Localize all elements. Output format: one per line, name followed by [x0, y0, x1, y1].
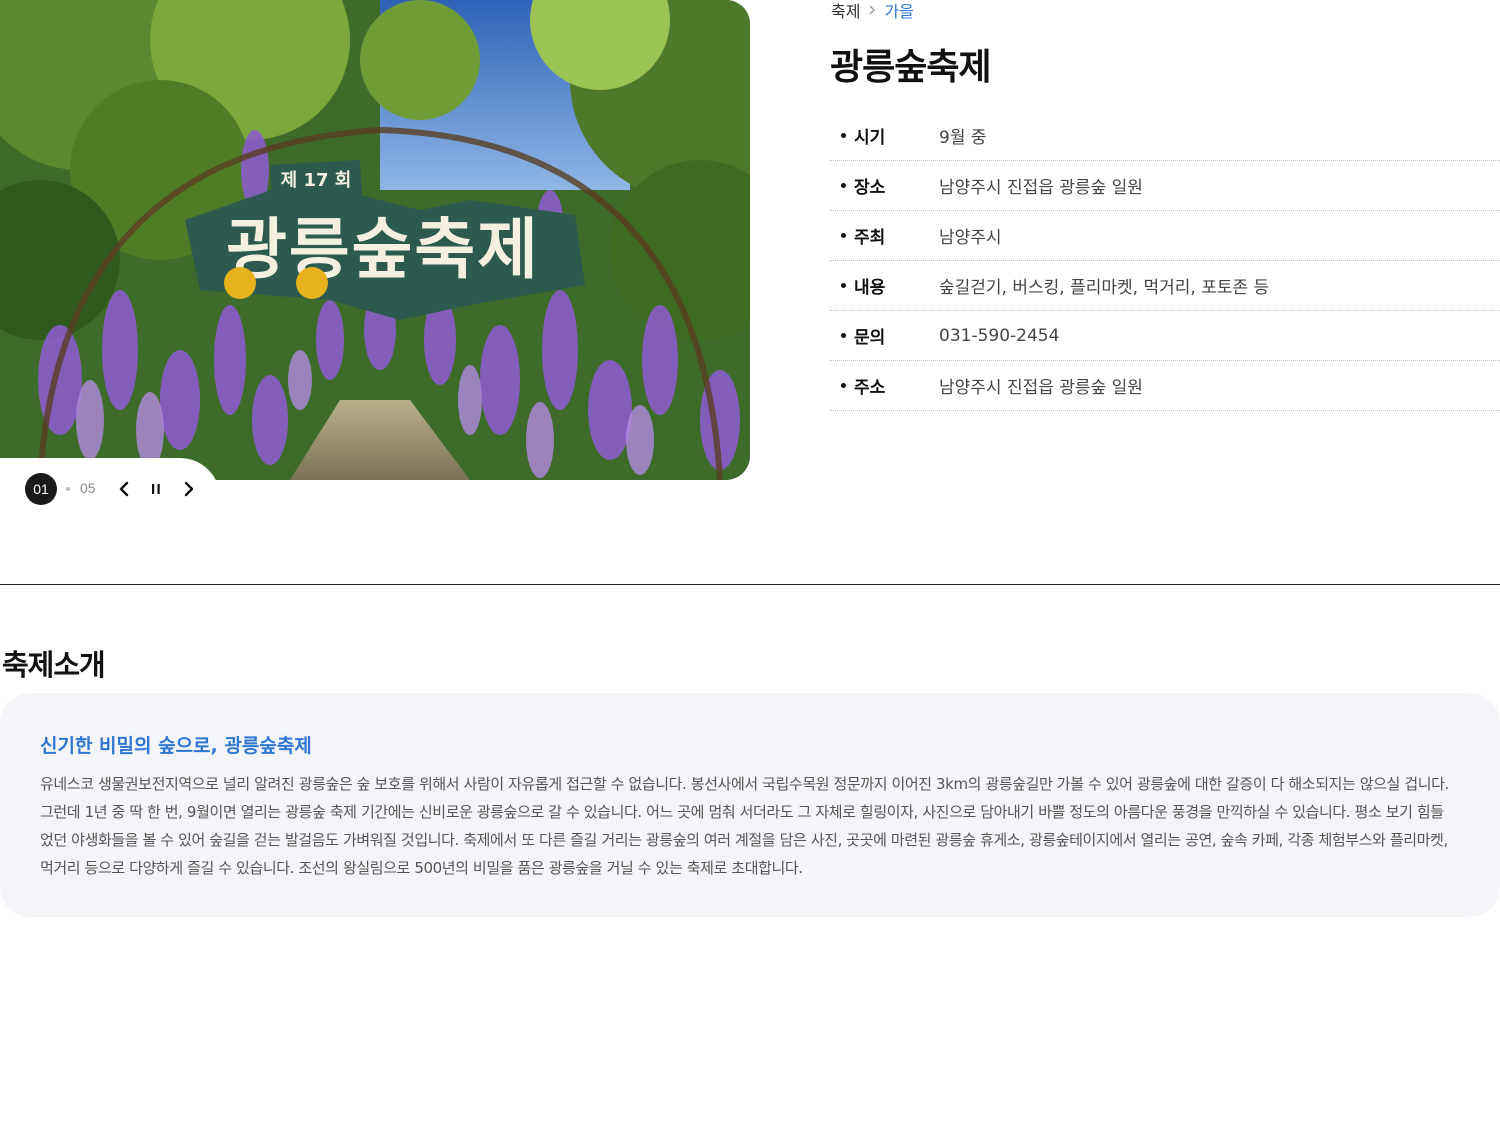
info-row-content: 내용 숲길걷기, 버스킹, 플리마켓, 먹거리, 포토존 등 — [830, 261, 1500, 311]
info-row-place: 장소 남양주시 진접읍 광릉숲 일원 — [830, 161, 1500, 211]
festival-photo: 제 17 회 광릉숲축제 — [0, 0, 750, 480]
info-label: 장소 — [854, 178, 886, 198]
intro-text: 유네스코 생물권보전지역으로 널리 알려진 광릉숲은 숲 보호를 위해서 사람이… — [40, 775, 1449, 877]
info-row-period: 시기 9월 중 — [830, 111, 1500, 161]
info-label: 주소 — [854, 378, 886, 398]
festival-info-list: 시기 9월 중 장소 남양주시 진접읍 광릉숲 일원 주최 남양주시 내용 숲길… — [830, 111, 1500, 411]
info-label: 시기 — [854, 128, 886, 148]
sign-small-text: 제 17 회 — [281, 170, 352, 191]
chevron-right-icon — [184, 481, 194, 497]
bullet-icon — [830, 233, 854, 238]
info-value: 남양주시 진접읍 광릉숲 일원 — [939, 178, 1143, 198]
section-title: 축제소개 — [2, 648, 106, 682]
festival-intro-box: 신기한 비밀의 숲으로, 광릉숲축제 유네스코 생물권보전지역으로 널리 알려진… — [0, 693, 1500, 917]
bullet-icon — [830, 133, 854, 138]
chevron-right-icon — [866, 4, 878, 16]
bullet-icon — [830, 383, 854, 388]
hero-image: 제 17 회 광릉숲축제 — [0, 0, 750, 480]
info-value[interactable]: 031-590-2454 — [939, 326, 1059, 346]
info-row-address: 주소 남양주시 진접읍 광릉숲 일원 — [830, 361, 1500, 411]
info-value: 숲길걷기, 버스킹, 플리마켓, 먹거리, 포토존 등 — [939, 278, 1270, 298]
chevron-left-icon — [119, 481, 129, 497]
info-value: 남양주시 진접읍 광릉숲 일원 — [939, 378, 1143, 398]
bullet-icon — [830, 283, 854, 288]
info-value: 남양주시 — [939, 228, 1002, 248]
breadcrumb: 축제 가을 — [831, 0, 914, 22]
slide-total-count: 05 — [80, 480, 96, 496]
breadcrumb-item-autumn[interactable]: 가을 — [884, 0, 913, 22]
page-title: 광릉숲축제 — [830, 47, 992, 88]
info-label: 문의 — [854, 328, 886, 348]
breadcrumb-item-festival[interactable]: 축제 — [831, 0, 860, 22]
bullet-icon — [830, 183, 854, 188]
section-divider — [0, 584, 1500, 585]
bullet-icon — [830, 333, 854, 338]
info-label: 내용 — [854, 278, 886, 298]
slide-index-separator — [66, 487, 70, 491]
pause-slide-button[interactable] — [145, 478, 167, 500]
intro-heading: 신기한 비밀의 숲으로, 광릉숲축제 — [40, 735, 312, 757]
info-label: 주최 — [854, 228, 886, 248]
slide-current-index: 01 — [25, 473, 57, 505]
info-value: 9월 중 — [939, 128, 987, 148]
sign-main-text: 광릉숲축제 — [226, 211, 540, 288]
pause-icon — [152, 484, 160, 494]
next-slide-button[interactable] — [178, 478, 200, 500]
info-row-host: 주최 남양주시 — [830, 211, 1500, 261]
info-row-contact: 문의 031-590-2454 — [830, 311, 1500, 361]
prev-slide-button[interactable] — [113, 478, 135, 500]
